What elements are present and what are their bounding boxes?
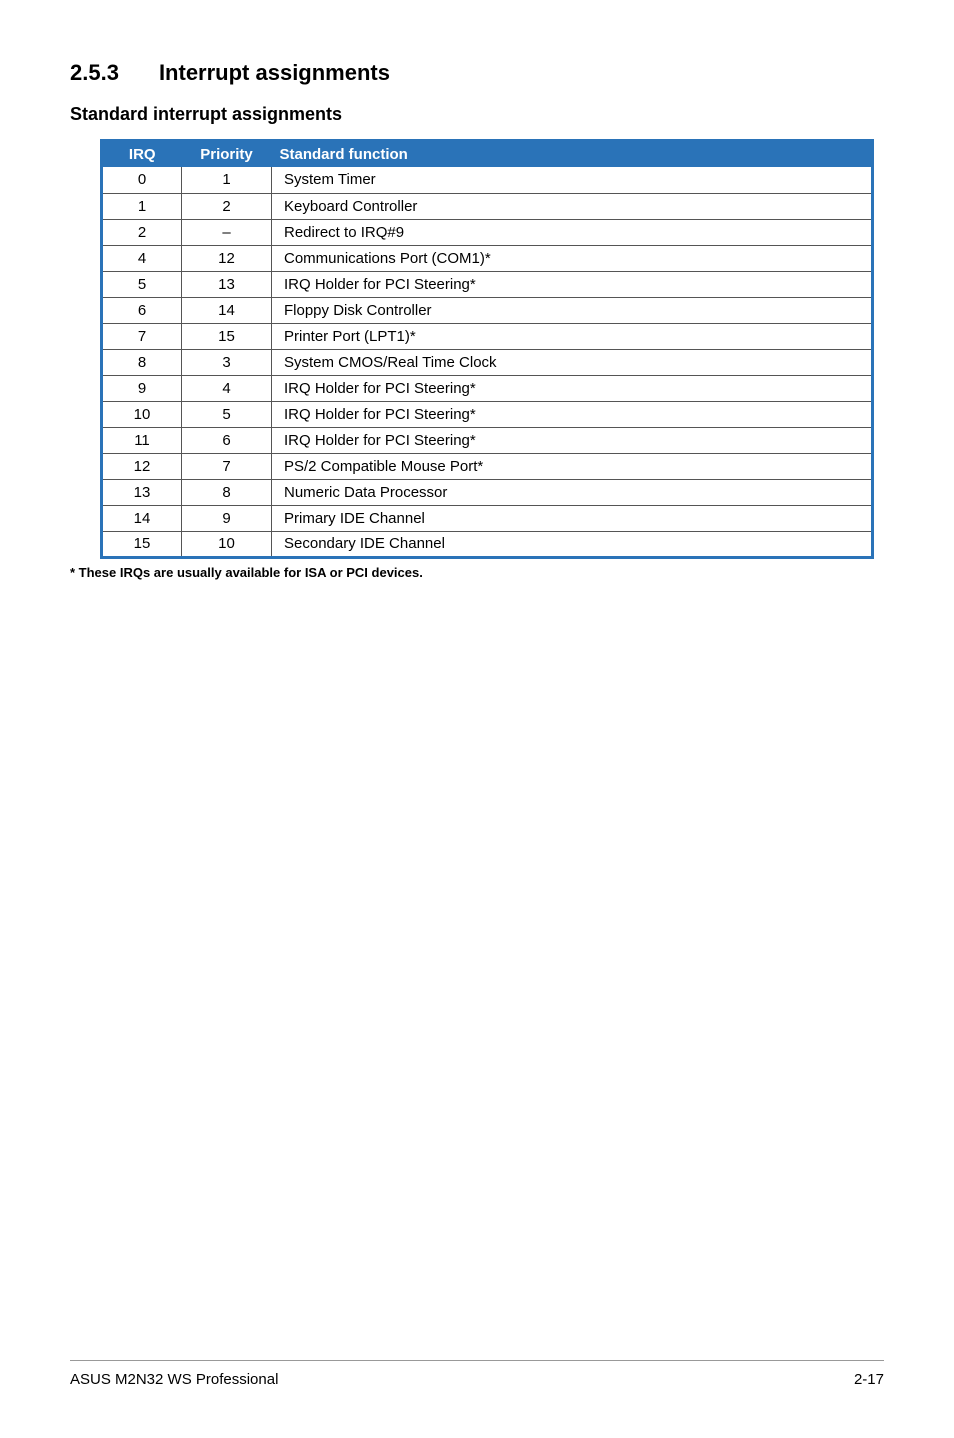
- table-row: 12Keyboard Controller: [102, 193, 873, 219]
- table-row: 2–Redirect to IRQ#9: [102, 219, 873, 245]
- cell-priority: 7: [182, 453, 272, 479]
- cell-priority: 10: [182, 531, 272, 557]
- subheading: Standard interrupt assignments: [70, 104, 884, 125]
- cell-irq: 0: [102, 167, 182, 193]
- cell-irq: 14: [102, 505, 182, 531]
- cell-priority: 9: [182, 505, 272, 531]
- cell-irq: 8: [102, 349, 182, 375]
- cell-irq: 13: [102, 479, 182, 505]
- header-function: Standard function: [272, 141, 873, 168]
- cell-function: Communications Port (COM1)*: [272, 245, 873, 271]
- cell-function: Primary IDE Channel: [272, 505, 873, 531]
- cell-irq: 7: [102, 323, 182, 349]
- cell-priority: 5: [182, 401, 272, 427]
- section-heading: 2.5.3 Interrupt assignments: [70, 60, 884, 86]
- section-number: 2.5.3: [70, 60, 119, 86]
- table-row: 412Communications Port (COM1)*: [102, 245, 873, 271]
- cell-function: Printer Port (LPT1)*: [272, 323, 873, 349]
- cell-irq: 5: [102, 271, 182, 297]
- table-row: 138Numeric Data Processor: [102, 479, 873, 505]
- cell-priority: 1: [182, 167, 272, 193]
- cell-function: Numeric Data Processor: [272, 479, 873, 505]
- cell-priority: 6: [182, 427, 272, 453]
- cell-priority: 15: [182, 323, 272, 349]
- table-row: 01System Timer: [102, 167, 873, 193]
- cell-irq: 12: [102, 453, 182, 479]
- cell-function: PS/2 Compatible Mouse Port*: [272, 453, 873, 479]
- cell-irq: 6: [102, 297, 182, 323]
- cell-function: Redirect to IRQ#9: [272, 219, 873, 245]
- cell-function: IRQ Holder for PCI Steering*: [272, 271, 873, 297]
- cell-function: Floppy Disk Controller: [272, 297, 873, 323]
- cell-priority: 14: [182, 297, 272, 323]
- cell-irq: 2: [102, 219, 182, 245]
- table-row: 127PS/2 Compatible Mouse Port*: [102, 453, 873, 479]
- cell-function: System CMOS/Real Time Clock: [272, 349, 873, 375]
- table-row: 116IRQ Holder for PCI Steering*: [102, 427, 873, 453]
- cell-function: IRQ Holder for PCI Steering*: [272, 427, 873, 453]
- cell-priority: 2: [182, 193, 272, 219]
- table-row: 1510Secondary IDE Channel: [102, 531, 873, 557]
- cell-irq: 4: [102, 245, 182, 271]
- table-row: 614Floppy Disk Controller: [102, 297, 873, 323]
- cell-irq: 11: [102, 427, 182, 453]
- cell-function: Secondary IDE Channel: [272, 531, 873, 557]
- cell-irq: 1: [102, 193, 182, 219]
- footnote: * These IRQs are usually available for I…: [70, 565, 884, 580]
- table-row: 149Primary IDE Channel: [102, 505, 873, 531]
- cell-function: IRQ Holder for PCI Steering*: [272, 375, 873, 401]
- cell-irq: 9: [102, 375, 182, 401]
- footer-left: ASUS M2N32 WS Professional: [70, 1371, 278, 1388]
- cell-priority: 12: [182, 245, 272, 271]
- table-row: 715Printer Port (LPT1)*: [102, 323, 873, 349]
- cell-function: Keyboard Controller: [272, 193, 873, 219]
- cell-priority: 13: [182, 271, 272, 297]
- header-irq: IRQ: [102, 141, 182, 168]
- cell-priority: 4: [182, 375, 272, 401]
- cell-priority: 8: [182, 479, 272, 505]
- cell-priority: 3: [182, 349, 272, 375]
- section-title-text: Interrupt assignments: [159, 60, 390, 85]
- cell-priority: –: [182, 219, 272, 245]
- table-row: 94IRQ Holder for PCI Steering*: [102, 375, 873, 401]
- table-row: 513IRQ Holder for PCI Steering*: [102, 271, 873, 297]
- cell-function: IRQ Holder for PCI Steering*: [272, 401, 873, 427]
- footer-right: 2-17: [854, 1371, 884, 1388]
- cell-function: System Timer: [272, 167, 873, 193]
- table-header-row: IRQ Priority Standard function: [102, 141, 873, 168]
- table-row: 105IRQ Holder for PCI Steering*: [102, 401, 873, 427]
- table-row: 83System CMOS/Real Time Clock: [102, 349, 873, 375]
- header-priority: Priority: [182, 141, 272, 168]
- cell-irq: 15: [102, 531, 182, 557]
- page-footer: ASUS M2N32 WS Professional 2-17: [70, 1360, 884, 1388]
- irq-table: IRQ Priority Standard function 01System …: [100, 139, 874, 559]
- cell-irq: 10: [102, 401, 182, 427]
